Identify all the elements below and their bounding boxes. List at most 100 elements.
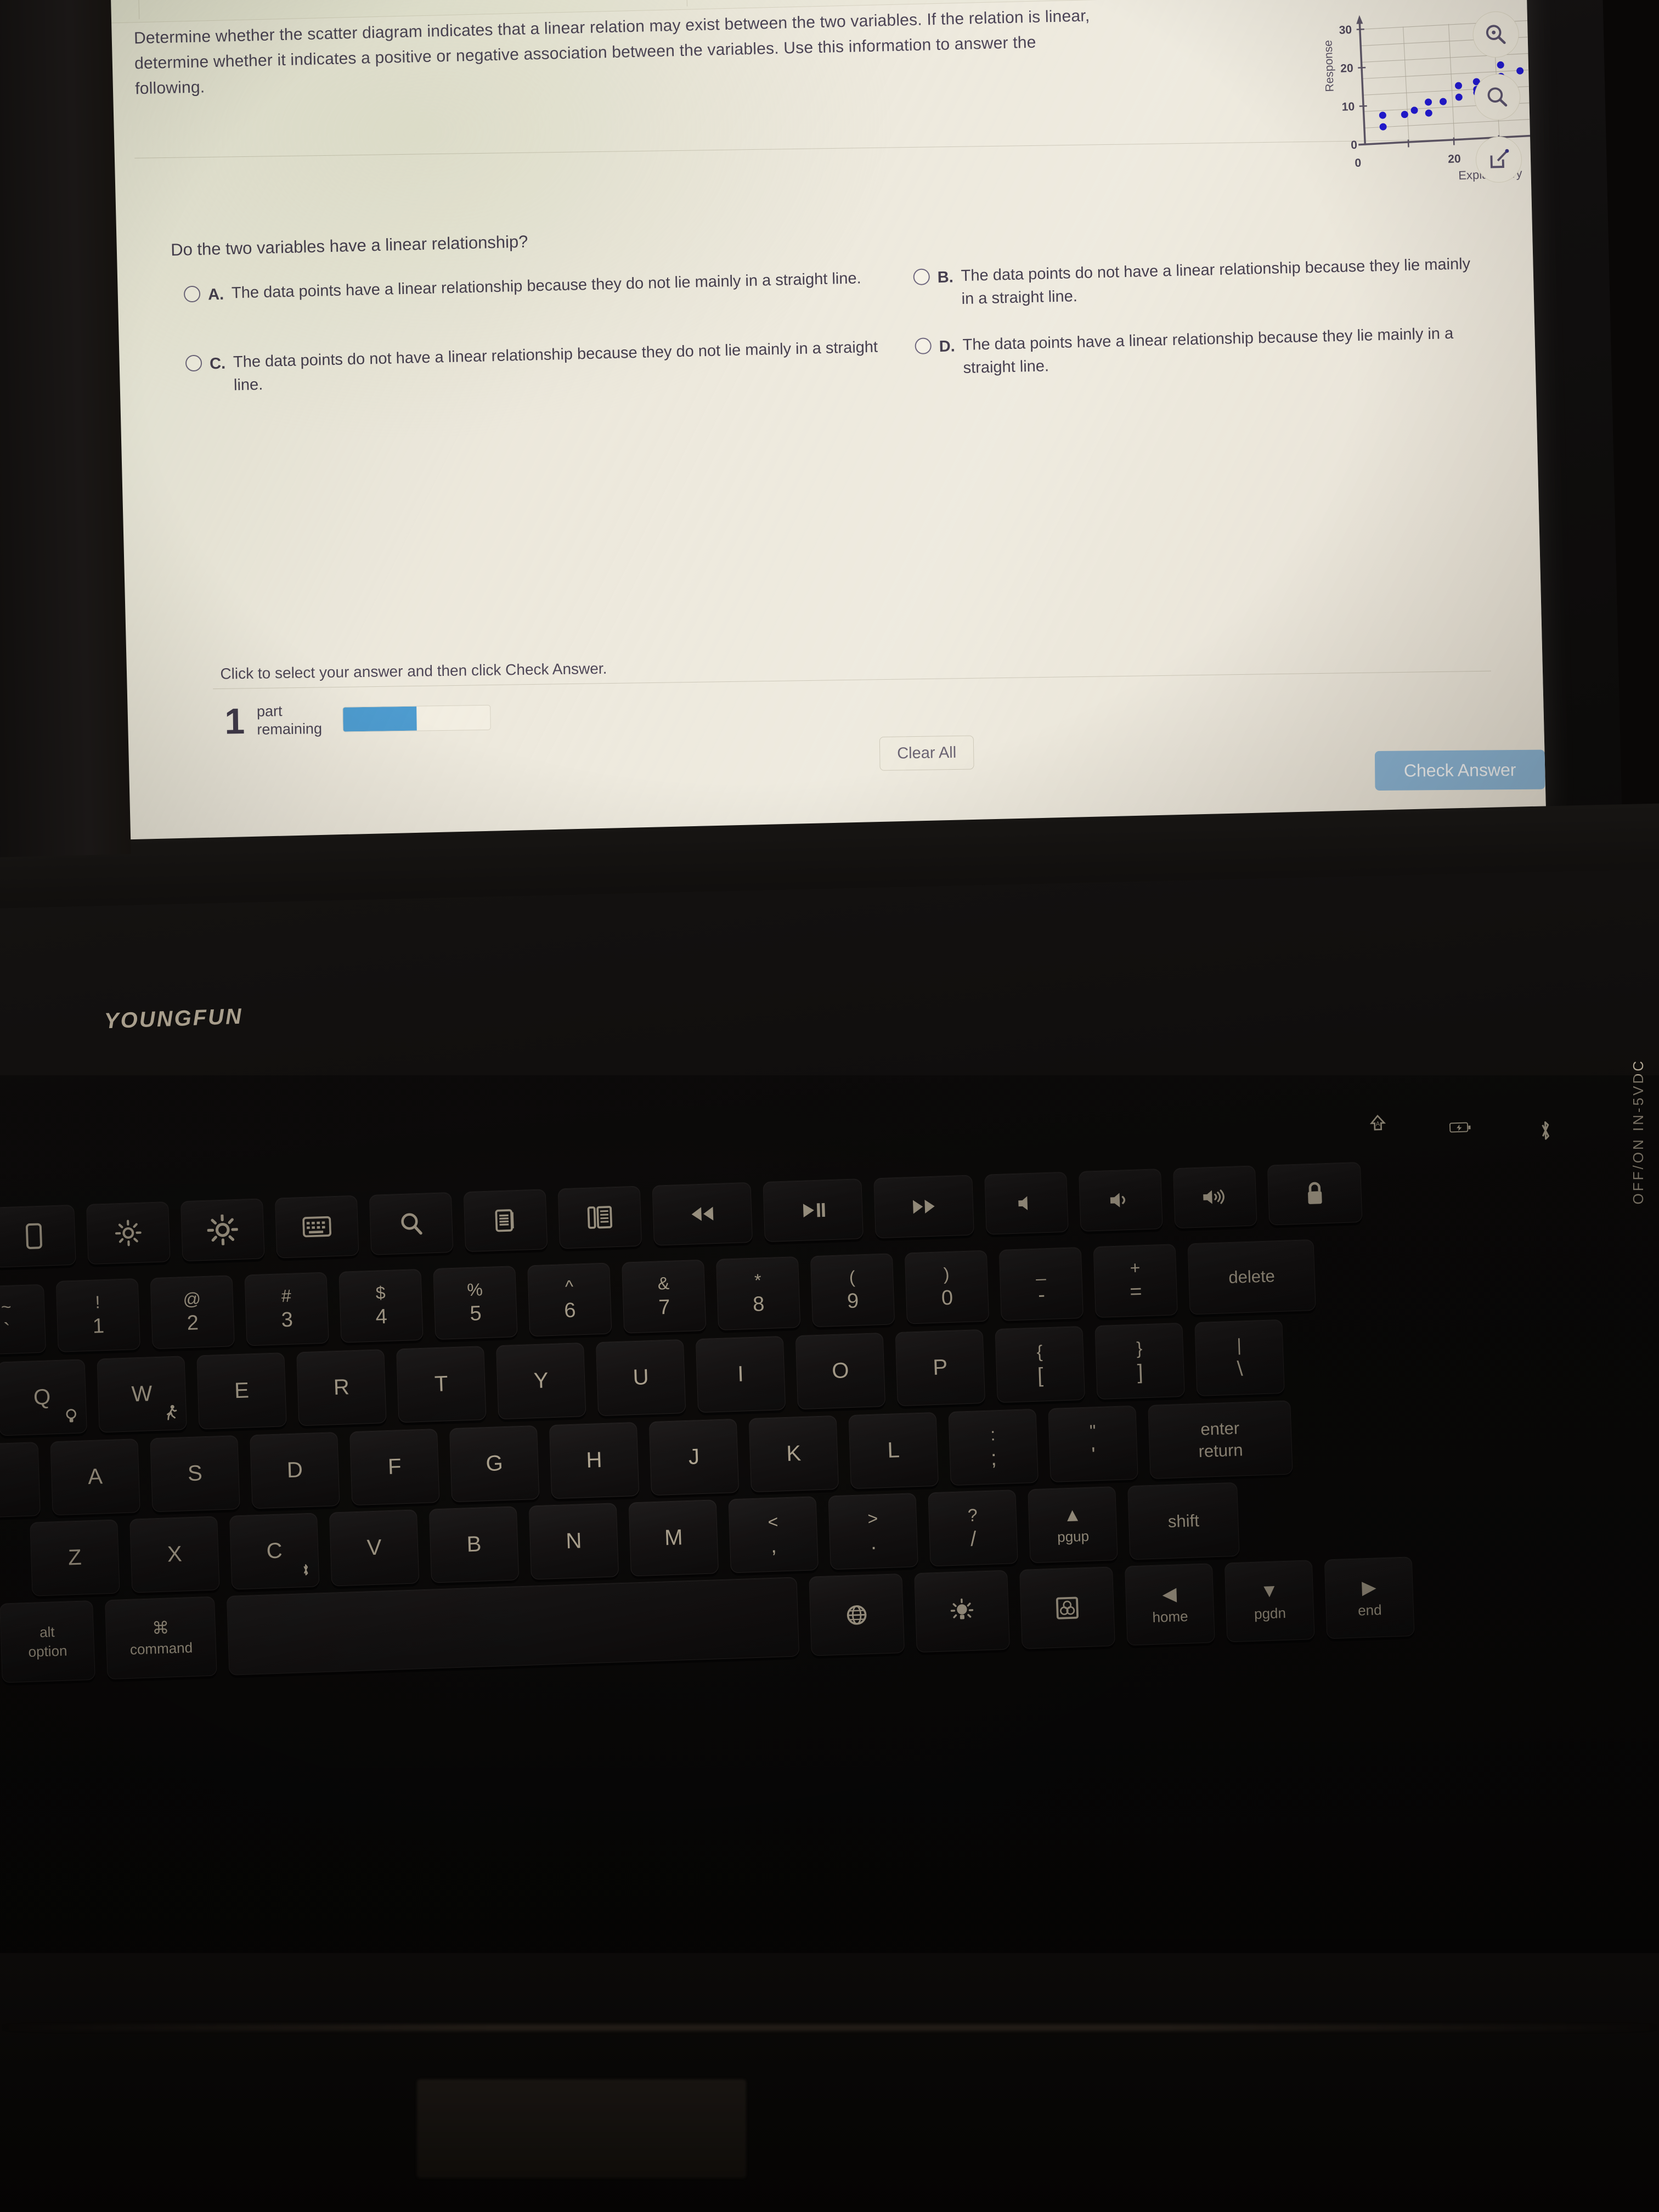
key-arrow-up[interactable]: ▲ pgup xyxy=(1028,1486,1118,1564)
key-backlight-bulb[interactable] xyxy=(914,1570,1010,1653)
key-bracket-right[interactable]: } ] xyxy=(1094,1322,1185,1400)
key-7[interactable]: & 7 xyxy=(622,1259,707,1334)
key-5[interactable]: % 5 xyxy=(433,1266,518,1340)
key-a-label: A xyxy=(87,1464,103,1489)
key-e-label: E xyxy=(234,1378,250,1403)
key-f[interactable]: F xyxy=(349,1429,440,1506)
key-g[interactable]: G xyxy=(449,1425,540,1503)
key-4[interactable]: $ 4 xyxy=(338,1268,424,1343)
radio-a[interactable] xyxy=(183,285,201,303)
option-a[interactable]: A. The data points have a linear relatio… xyxy=(183,266,893,329)
key-t[interactable]: T xyxy=(396,1346,487,1423)
key-e[interactable]: E xyxy=(196,1352,287,1430)
key-1[interactable]: ! 1 xyxy=(55,1278,140,1352)
caps-lock-indicator: A xyxy=(1367,1113,1390,1139)
key-rgb[interactable] xyxy=(1019,1566,1115,1649)
key-delete[interactable]: delete xyxy=(1187,1239,1316,1315)
key-arrow-right[interactable]: ▶ end xyxy=(1324,1556,1415,1639)
key-brightness-up[interactable] xyxy=(180,1198,265,1262)
zoom-in-button[interactable] xyxy=(1472,10,1520,58)
key-b[interactable]: B xyxy=(428,1506,520,1583)
key-f-label: F xyxy=(387,1454,402,1480)
brightness-up-icon xyxy=(207,1214,239,1246)
key-j[interactable]: J xyxy=(648,1418,740,1496)
key-bracket-left[interactable]: { [ xyxy=(995,1325,1085,1403)
part-label: part remaining xyxy=(257,702,322,739)
key-q[interactable]: Q xyxy=(0,1359,87,1436)
key-comma[interactable]: < , xyxy=(728,1496,819,1573)
key-brightness-down[interactable] xyxy=(86,1201,171,1265)
key-globe[interactable] xyxy=(809,1573,905,1656)
key-i[interactable]: I xyxy=(695,1336,786,1413)
key-r[interactable]: R xyxy=(296,1349,387,1426)
radio-b[interactable] xyxy=(913,268,930,286)
key-alt-option[interactable]: alt option xyxy=(0,1600,95,1683)
key-3[interactable]: # 3 xyxy=(244,1272,329,1346)
key-enter-return[interactable]: enter return xyxy=(1148,1400,1293,1479)
key-arrow-down[interactable]: ▼ pgdn xyxy=(1224,1560,1315,1643)
check-answer-button[interactable]: Check Answer xyxy=(1374,749,1545,791)
radio-c[interactable] xyxy=(185,354,202,372)
key-y[interactable]: Y xyxy=(496,1342,586,1420)
key-a[interactable]: A xyxy=(50,1438,140,1516)
option-d[interactable]: D. The data points have a linear relatio… xyxy=(915,321,1475,381)
key-screen[interactable] xyxy=(0,1204,76,1268)
option-c[interactable]: C. The data points do not have a linear … xyxy=(185,335,894,398)
key-volume-up[interactable] xyxy=(1172,1165,1257,1229)
key-w[interactable]: W xyxy=(97,1356,187,1433)
clear-all-button[interactable]: Clear All xyxy=(879,735,974,771)
key-volume-down[interactable] xyxy=(1079,1169,1163,1232)
key-d[interactable]: D xyxy=(250,1432,340,1509)
key-keyboard-backlight[interactable] xyxy=(274,1195,359,1259)
key-fast-forward[interactable] xyxy=(873,1175,974,1239)
pop-out-button[interactable] xyxy=(1475,136,1522,183)
key-mute[interactable] xyxy=(984,1171,1069,1235)
key-task-view[interactable] xyxy=(463,1189,548,1252)
key-x[interactable]: X xyxy=(129,1516,220,1593)
key-slash[interactable]: ? / xyxy=(928,1489,1018,1567)
key-l[interactable]: L xyxy=(848,1412,939,1489)
key-m[interactable]: M xyxy=(628,1499,719,1577)
zoom-out-button[interactable] xyxy=(1474,73,1521,121)
key-o[interactable]: O xyxy=(795,1332,886,1410)
key-c[interactable]: C xyxy=(229,1513,320,1590)
key-shift-right[interactable]: shift xyxy=(1127,1482,1240,1560)
key-h[interactable]: H xyxy=(549,1421,640,1499)
laptop-screen: Question Help Determine whether the scat… xyxy=(99,0,1547,851)
key-home-label: home xyxy=(1152,1607,1189,1626)
key-6[interactable]: ^ 6 xyxy=(527,1262,612,1337)
key-rewind[interactable] xyxy=(652,1182,753,1246)
key-9[interactable]: ( 9 xyxy=(810,1253,895,1328)
key-period[interactable]: > . xyxy=(828,1493,918,1570)
key-quote[interactable]: " ' xyxy=(1048,1405,1138,1483)
key-arrow-left[interactable]: ◀ home xyxy=(1124,1563,1215,1646)
key-s[interactable]: S xyxy=(150,1435,240,1513)
key-0[interactable]: ) 0 xyxy=(904,1250,990,1324)
key-2[interactable]: @ 2 xyxy=(150,1275,235,1350)
key-semicolon[interactable]: : ; xyxy=(948,1408,1039,1486)
key-split-screen[interactable] xyxy=(557,1186,642,1249)
option-b[interactable]: B. The data points do not have a linear … xyxy=(913,252,1474,312)
key-p[interactable]: P xyxy=(895,1329,985,1407)
key-pgup-label: pgup xyxy=(1057,1527,1090,1545)
key-s-label: S xyxy=(187,1461,203,1486)
key-play-pause[interactable] xyxy=(763,1178,864,1243)
key-backtick[interactable]: ~ ` xyxy=(0,1284,46,1356)
key-backslash[interactable]: | \ xyxy=(1194,1319,1285,1397)
key-r-label: R xyxy=(333,1375,350,1400)
key-z[interactable]: Z xyxy=(30,1519,120,1596)
key-space[interactable] xyxy=(226,1577,800,1675)
key-u[interactable]: U xyxy=(595,1339,686,1417)
key-equals[interactable]: + = xyxy=(1093,1244,1178,1318)
key-k[interactable]: K xyxy=(748,1415,839,1493)
key-v[interactable]: V xyxy=(329,1509,420,1587)
key-n[interactable]: N xyxy=(528,1503,619,1580)
key-8[interactable]: * 8 xyxy=(716,1256,801,1330)
key-0-shift: ) xyxy=(943,1263,950,1284)
key-caps-lock[interactable] xyxy=(0,1442,41,1519)
radio-d[interactable] xyxy=(915,337,932,355)
key-minus[interactable]: _ - xyxy=(998,1246,1084,1321)
key-search[interactable] xyxy=(369,1192,454,1255)
key-command[interactable]: ⌘ command xyxy=(104,1596,217,1680)
key-lock[interactable] xyxy=(1267,1161,1363,1226)
